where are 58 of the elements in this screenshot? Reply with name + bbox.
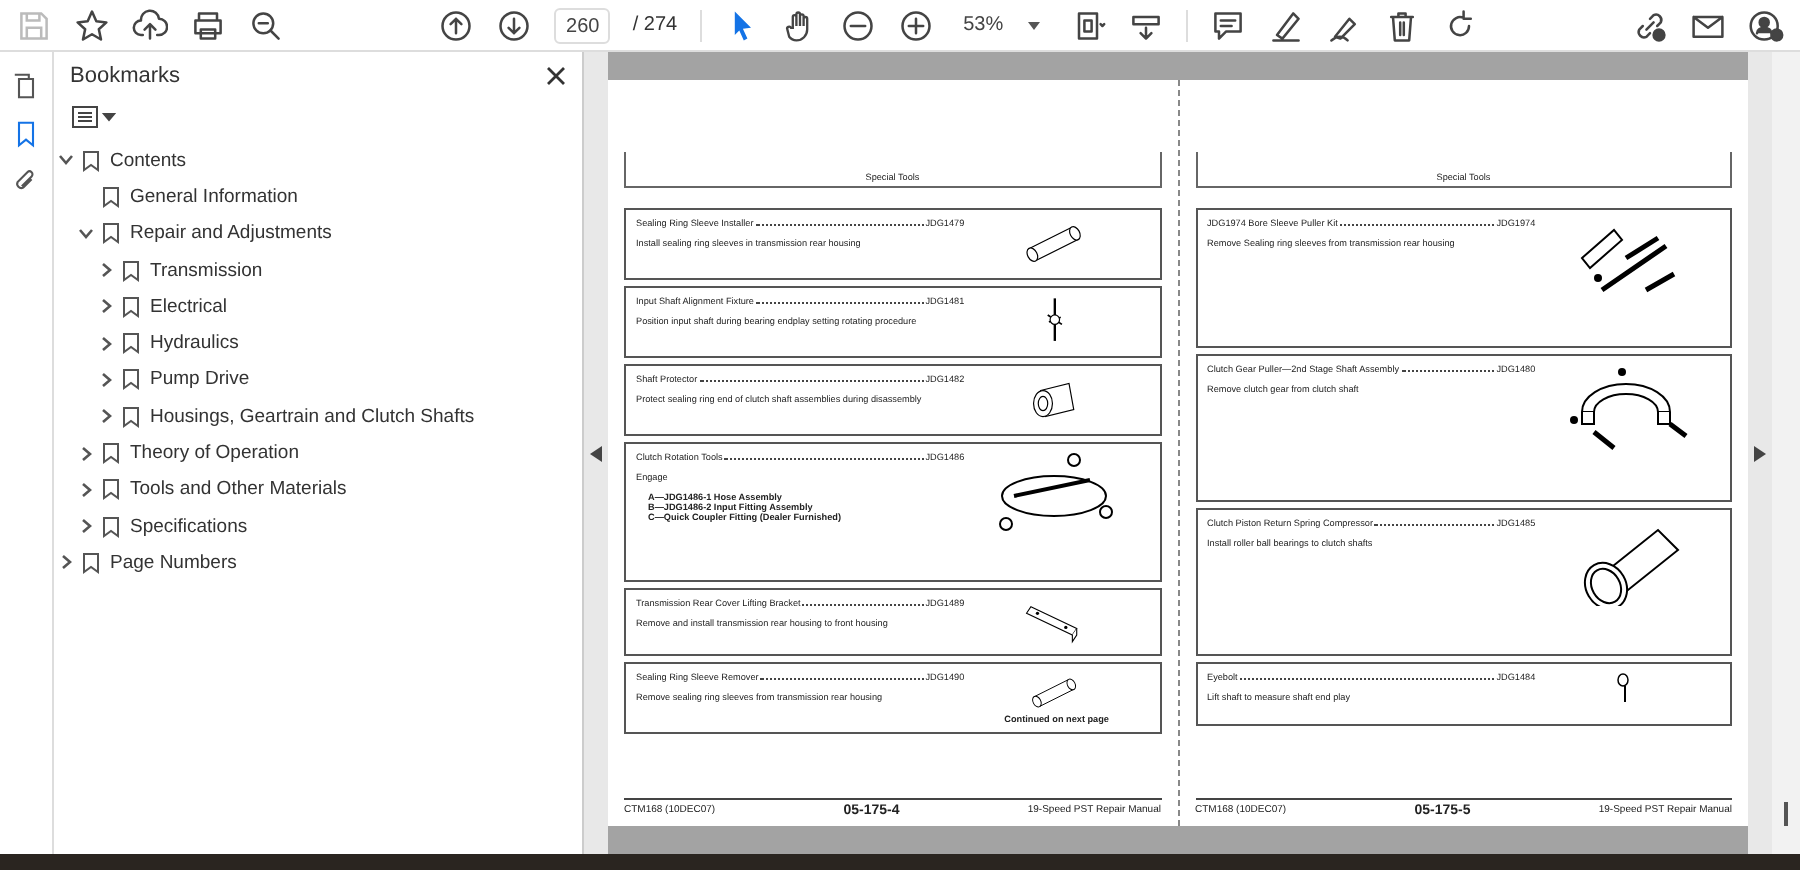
add-person-icon[interactable]: [1748, 7, 1784, 43]
panel-title: Bookmarks: [70, 64, 181, 88]
star-icon[interactable]: [74, 7, 110, 43]
zoom-in-icon[interactable]: [897, 7, 934, 43]
bookmark-icon: [102, 442, 120, 465]
search-icon[interactable]: [248, 7, 284, 43]
bookmark-icon: [82, 551, 100, 574]
bookmark-item[interactable]: Repair and Adjustments: [74, 215, 582, 252]
bookmark-item[interactable]: Tools and Other Materials: [74, 471, 582, 508]
bookmark-icon: [122, 295, 140, 318]
bookmark-icon: [122, 368, 140, 391]
bookmark-item[interactable]: Electrical: [94, 288, 582, 325]
bracket-drawing: [1026, 606, 1079, 644]
bookmark-icon: [102, 222, 120, 245]
gear-puller-drawing: [1569, 368, 1689, 451]
bookmark-item[interactable]: Housings, Geartrain and Clutch Shafts: [94, 398, 582, 435]
previous-page-icon[interactable]: [438, 7, 475, 43]
bookmark-icon: [102, 185, 120, 208]
comment-icon[interactable]: [1209, 7, 1246, 43]
close-icon[interactable]: [546, 66, 566, 86]
print-icon[interactable]: [190, 7, 226, 43]
bookmark-icon[interactable]: [12, 120, 40, 148]
bookmark-item[interactable]: Theory of Operation: [74, 434, 582, 472]
sleeve-drawing: [1032, 678, 1077, 708]
puller-kit-drawing: [1580, 228, 1677, 293]
page-total: / 274: [632, 14, 678, 36]
bookmark-item[interactable]: Contents: [54, 142, 582, 179]
hose-drawing: [999, 453, 1114, 531]
eyebolt-drawing: [1616, 673, 1629, 703]
options-button[interactable]: [70, 104, 118, 130]
bookmark-item[interactable]: Specifications: [74, 507, 582, 545]
caret-icon: [1027, 21, 1040, 29]
bookmark-icon: [122, 332, 140, 355]
zoom-dropdown[interactable]: 53%: [955, 7, 1048, 43]
previous-arrow-icon[interactable]: [590, 445, 602, 461]
bookmark-item[interactable]: Pump Drive: [94, 361, 582, 399]
compressor-drawing: [1583, 528, 1680, 606]
fixture-drawing: [1047, 298, 1064, 341]
bookmark-item[interactable]: General Information: [74, 178, 582, 216]
scrollbar-thumb[interactable]: [1784, 802, 1788, 826]
tube-drawing: [1033, 382, 1076, 418]
bookmark-item[interactable]: Hydraulics: [94, 324, 582, 362]
link-icon[interactable]: [1632, 7, 1668, 43]
bookmark-icon: [122, 405, 140, 428]
bookmark-icon: [122, 259, 140, 282]
bookmark-icon: [102, 478, 120, 501]
highlighter-icon[interactable]: [1267, 7, 1304, 43]
next-arrow-icon[interactable]: [1754, 445, 1766, 461]
bookmark-item[interactable]: Transmission: [94, 251, 582, 289]
bookmark-icon: [82, 149, 100, 172]
bookmark-item[interactable]: Page Numbers: [54, 544, 582, 582]
next-page-icon[interactable]: [496, 7, 533, 43]
pages-icon[interactable]: [12, 72, 40, 100]
page-field[interactable]: 260: [554, 7, 611, 43]
cloud-upload-icon[interactable]: [132, 7, 168, 43]
sleeve-drawing: [1027, 226, 1082, 262]
bookmark-icon: [102, 515, 120, 538]
zoom-out-icon[interactable]: [839, 7, 876, 43]
